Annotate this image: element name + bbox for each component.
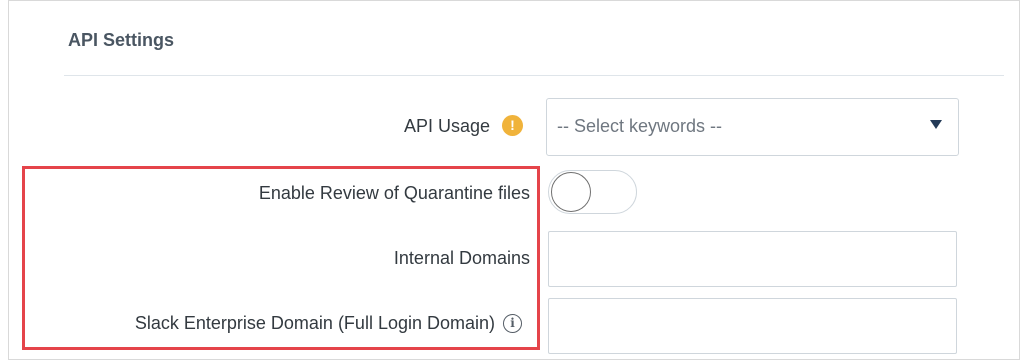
enable-review-toggle[interactable]: [548, 170, 637, 214]
section-title: API Settings: [68, 30, 175, 50]
internal-domains-label: Internal Domains: [393, 248, 530, 268]
api-usage-label: API Usage: [403, 116, 490, 136]
section-divider: [64, 75, 1004, 76]
internal-domains-input[interactable]: [548, 231, 957, 287]
info-outline-icon[interactable]: i: [503, 314, 522, 333]
enable-review-label: Enable Review of Quarantine files: [258, 183, 530, 203]
slack-domain-label: Slack Enterprise Domain (Full Login Doma…: [134, 313, 495, 333]
api-usage-select[interactable]: -- Select keywords --: [546, 98, 959, 156]
caret-down-icon: [930, 120, 942, 129]
info-filled-icon[interactable]: !: [502, 115, 523, 136]
toggle-knob: [551, 172, 591, 212]
slack-domain-input[interactable]: [548, 298, 957, 354]
api-usage-select-value: -- Select keywords --: [557, 116, 723, 136]
